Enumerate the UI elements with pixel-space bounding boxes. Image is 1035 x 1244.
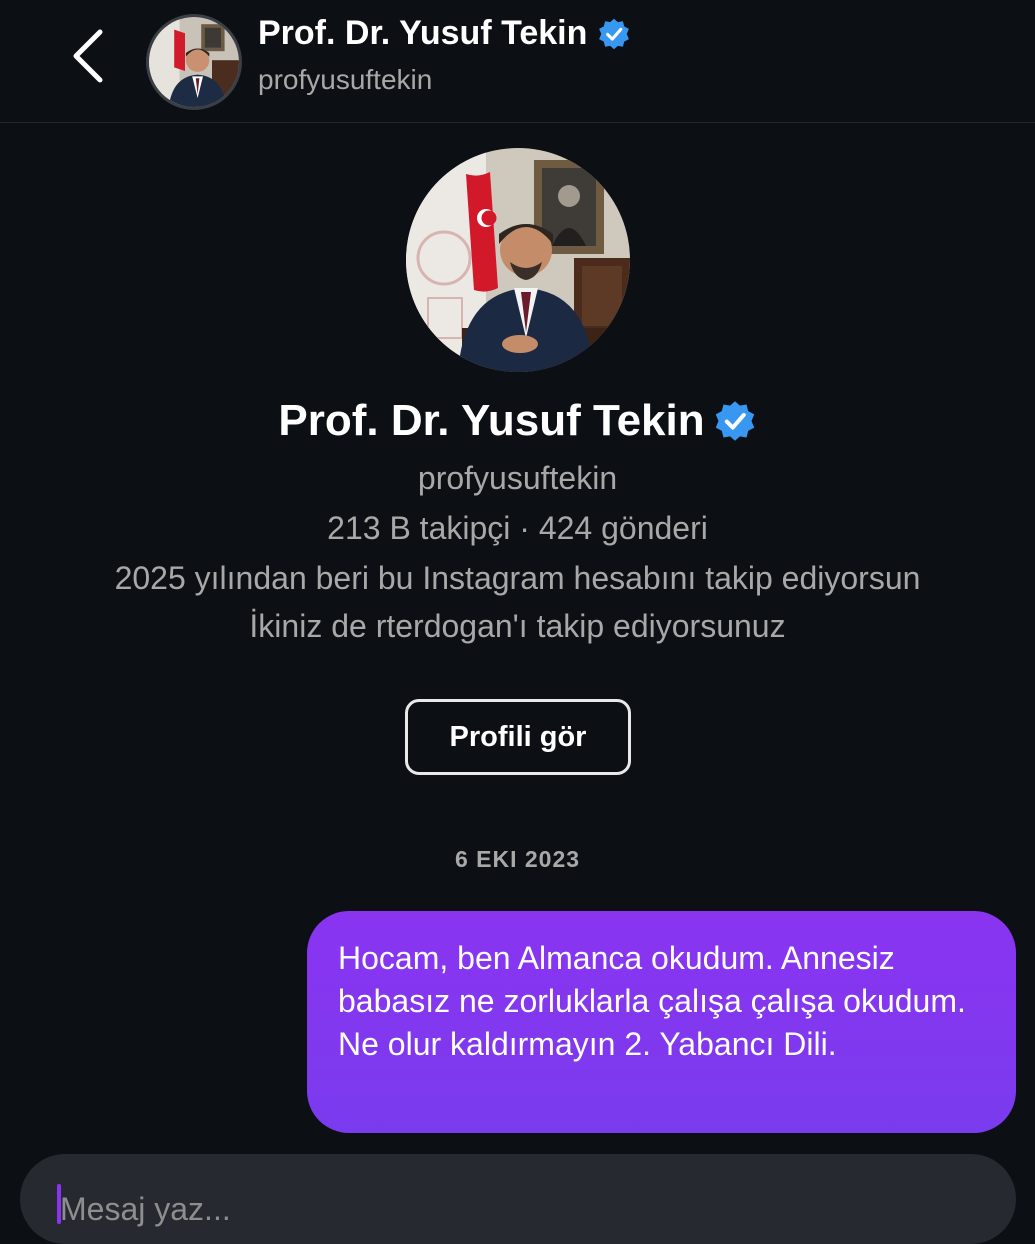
header-avatar[interactable] (146, 14, 242, 110)
profile-portrait (406, 148, 630, 372)
profile-stats: 213 B takipçi · 424 gönderi (327, 510, 708, 546)
header-display-name[interactable]: Prof. Dr. Yusuf Tekin (258, 14, 631, 53)
text-caret (57, 1184, 61, 1224)
sent-message-bubble[interactable]: Hocam, ben Almanca okudum. Annesiz babas… (307, 911, 1016, 1133)
profile-avatar[interactable] (406, 148, 630, 372)
verified-badge-icon (599, 18, 630, 49)
avatar-portrait (149, 17, 239, 107)
back-button[interactable] (58, 26, 118, 86)
message-date-divider: 6 EKI 2023 (454, 846, 581, 872)
header-username: profyusuftekin (258, 64, 433, 95)
verified-badge-icon (715, 401, 754, 441)
message-input[interactable] (60, 1184, 760, 1234)
profile-username: profyusuftekin (417, 460, 618, 496)
mutual-follow-text: İkiniz de rterdogan'ı takip ediyorsunuz (249, 608, 786, 644)
view-profile-button[interactable]: Profili gör (405, 699, 631, 775)
chat-header: Prof. Dr. Yusuf Tekin profyusuftekin (0, 0, 1035, 123)
chevron-left-icon (73, 29, 103, 83)
message-composer[interactable] (20, 1154, 1016, 1244)
profile-display-name: Prof. Dr. Yusuf Tekin (0, 396, 1035, 446)
profile-name-text: Prof. Dr. Yusuf Tekin (278, 396, 705, 445)
header-name-text: Prof. Dr. Yusuf Tekin (258, 14, 588, 52)
following-since-text: 2025 yılından beri bu Instagram hesabını… (114, 560, 921, 596)
